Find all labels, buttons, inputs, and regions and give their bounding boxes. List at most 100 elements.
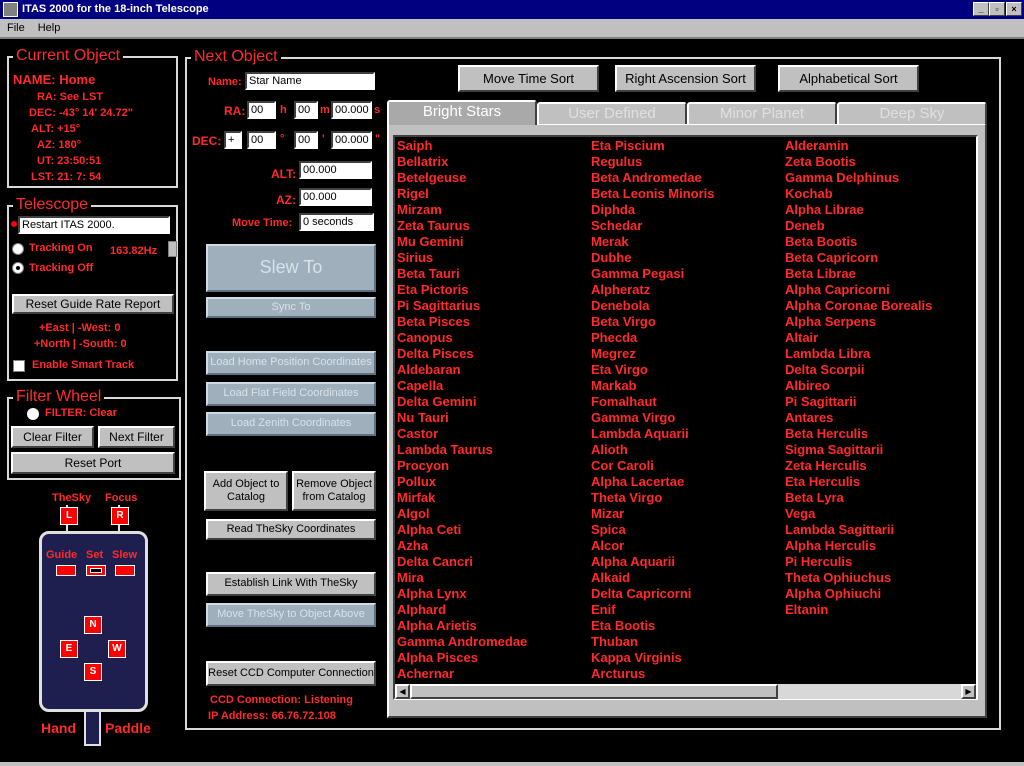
list-item[interactable]: Canopus — [397, 330, 527, 346]
list-item[interactable]: Mirzam — [397, 202, 527, 218]
list-item[interactable]: Alcor — [591, 538, 715, 554]
next-filter-button[interactable]: Next Filter — [98, 426, 175, 448]
load-flat-field-button[interactable]: Load Flat Field Coordinates — [206, 382, 376, 406]
list-item[interactable]: Eltanin — [785, 602, 932, 618]
dec-seconds-input[interactable]: 00.000 — [331, 131, 372, 149]
list-item[interactable]: Beta Pisces — [397, 314, 527, 330]
list-item[interactable]: Beta Bootis — [785, 234, 932, 250]
list-item[interactable]: Algol — [397, 506, 527, 522]
list-item[interactable]: Gamma Andromedae — [397, 634, 527, 650]
list-item[interactable]: Albireo — [785, 378, 932, 394]
establish-link-button[interactable]: Establish Link With TheSky — [206, 572, 376, 596]
tracking-off-radio[interactable] — [12, 262, 24, 274]
list-item[interactable]: Pi Sagittarius — [397, 298, 527, 314]
dec-sign-input[interactable]: + — [224, 131, 242, 149]
list-item[interactable]: Alpha Arietis — [397, 618, 527, 634]
list-item[interactable]: Sirius — [397, 250, 527, 266]
set-speed-button[interactable] — [86, 565, 106, 576]
south-button[interactable]: S — [84, 663, 102, 681]
list-item[interactable]: Thuban — [591, 634, 715, 650]
list-item[interactable]: Alioth — [591, 442, 715, 458]
list-item[interactable]: Alphard — [397, 602, 527, 618]
close-button[interactable]: × — [1006, 2, 1022, 16]
list-item[interactable]: Alpha Coronae Borealis — [785, 298, 932, 314]
north-button[interactable]: N — [84, 616, 102, 634]
alphabetical-sort-button[interactable]: Alphabetical Sort — [778, 65, 919, 92]
list-item[interactable]: Theta Ophiuchus — [785, 570, 932, 586]
list-item[interactable]: Eta Herculis — [785, 474, 932, 490]
az-input[interactable]: 00.000 — [299, 188, 372, 206]
list-item[interactable]: Azha — [397, 538, 527, 554]
list-item[interactable]: Gamma Delphinus — [785, 170, 932, 186]
list-item[interactable]: Alpha Ceti — [397, 522, 527, 538]
list-item[interactable]: Beta Andromedae — [591, 170, 715, 186]
list-item[interactable]: Spica — [591, 522, 715, 538]
load-home-button[interactable]: Load Home Position Coordinates — [206, 351, 376, 375]
maximize-button[interactable]: ▫ — [989, 2, 1005, 16]
add-to-catalog-button[interactable]: Add Object to Catalog — [204, 471, 288, 511]
list-item[interactable]: Alpha Lynx — [397, 586, 527, 602]
alt-input[interactable]: 00.000 — [299, 161, 372, 179]
list-item[interactable]: Beta Capricorn — [785, 250, 932, 266]
list-item[interactable]: Delta Cancri — [397, 554, 527, 570]
right-ascension-sort-button[interactable]: Right Ascension Sort — [615, 65, 756, 92]
list-item[interactable]: Kappa Virginis — [591, 650, 715, 666]
list-item[interactable]: Alderamin — [785, 138, 932, 154]
list-item[interactable]: Gamma Pegasi — [591, 266, 715, 282]
name-input[interactable]: Star Name — [245, 72, 375, 90]
menu-help[interactable]: Help — [38, 22, 61, 34]
list-item[interactable]: Zeta Herculis — [785, 458, 932, 474]
list-item[interactable]: Diphda — [591, 202, 715, 218]
list-item[interactable]: Arcturus — [591, 666, 715, 682]
list-item[interactable]: Bellatrix — [397, 154, 527, 170]
list-item[interactable]: Aldebaran — [397, 362, 527, 378]
telescope-status-field[interactable]: Restart ITAS 2000. — [18, 216, 170, 234]
thesky-l-button[interactable]: L — [60, 507, 78, 525]
minimize-button[interactable]: _ — [973, 2, 989, 16]
list-item[interactable]: Mu Gemini — [397, 234, 527, 250]
remove-from-catalog-button[interactable]: Remove Object from Catalog — [292, 471, 376, 511]
list-item[interactable]: Beta Tauri — [397, 266, 527, 282]
list-item[interactable]: Delta Scorpii — [785, 362, 932, 378]
list-item[interactable]: Phecda — [591, 330, 715, 346]
dec-minutes-input[interactable]: 00 — [294, 131, 318, 149]
list-item[interactable]: Dubhe — [591, 250, 715, 266]
tab-user-defined[interactable]: User Defined — [537, 102, 687, 124]
list-item[interactable]: Enif — [591, 602, 715, 618]
horizontal-scrollbar[interactable]: ◀ ▶ — [395, 684, 976, 699]
list-item[interactable]: Gamma Virgo — [591, 410, 715, 426]
east-button[interactable]: E — [60, 640, 78, 658]
list-item[interactable]: Zeta Taurus — [397, 218, 527, 234]
list-item[interactable]: Alpha Capricorni — [785, 282, 932, 298]
list-item[interactable]: Beta Virgo — [591, 314, 715, 330]
list-item[interactable]: Lambda Aquarii — [591, 426, 715, 442]
list-item[interactable]: Kochab — [785, 186, 932, 202]
list-item[interactable]: Alkaid — [591, 570, 715, 586]
list-item[interactable]: Cor Caroli — [591, 458, 715, 474]
list-item[interactable]: Merak — [591, 234, 715, 250]
list-item[interactable]: Lambda Libra — [785, 346, 932, 362]
list-item[interactable]: Beta Librae — [785, 266, 932, 282]
list-item[interactable]: Delta Gemini — [397, 394, 527, 410]
list-item[interactable]: Castor — [397, 426, 527, 442]
list-item[interactable]: Alpha Lacertae — [591, 474, 715, 490]
list-item[interactable]: Mira — [397, 570, 527, 586]
list-item[interactable]: Mirfak — [397, 490, 527, 506]
west-button[interactable]: W — [108, 640, 126, 658]
list-item[interactable]: Alpha Serpens — [785, 314, 932, 330]
list-item[interactable]: Mizar — [591, 506, 715, 522]
list-item[interactable]: Beta Herculis — [785, 426, 932, 442]
list-item[interactable]: Beta Lyra — [785, 490, 932, 506]
list-item[interactable]: Lambda Sagittarii — [785, 522, 932, 538]
move-time-input[interactable]: 0 seconds — [299, 213, 374, 231]
reset-guide-rate-button[interactable]: Reset Guide Rate Report — [12, 294, 174, 314]
guide-speed-button[interactable] — [56, 565, 76, 576]
read-thesky-button[interactable]: Read TheSky Coordinates — [206, 519, 376, 540]
ra-seconds-input[interactable]: 00.000 — [331, 101, 372, 119]
list-item[interactable]: Eta Pictoris — [397, 282, 527, 298]
list-item[interactable]: Saiph — [397, 138, 527, 154]
list-item[interactable]: Deneb — [785, 218, 932, 234]
reset-port-button[interactable]: Reset Port — [11, 452, 175, 474]
focus-r-button[interactable]: R — [111, 507, 129, 525]
list-item[interactable]: Alpha Aquarii — [591, 554, 715, 570]
